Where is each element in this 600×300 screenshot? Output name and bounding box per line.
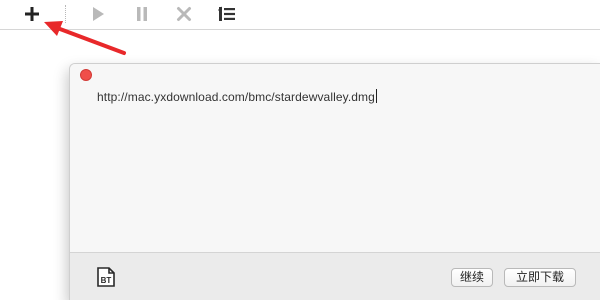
- url-text: http://mac.yxdownload.com/bmc/stardewval…: [97, 89, 377, 104]
- add-task-button[interactable]: [22, 3, 42, 25]
- dialog-footer: BT 继续 立即下载: [70, 252, 600, 300]
- continue-button[interactable]: 继续: [451, 268, 493, 287]
- start-button[interactable]: [88, 3, 108, 25]
- toolbar: [0, 0, 600, 30]
- stop-icon: [177, 7, 191, 21]
- close-button[interactable]: [80, 69, 92, 81]
- plus-icon: [25, 7, 39, 21]
- new-task-dialog: http://mac.yxdownload.com/bmc/stardewval…: [69, 63, 600, 300]
- download-now-button[interactable]: 立即下载: [504, 268, 576, 287]
- toolbar-divider: [65, 5, 66, 23]
- url-textarea[interactable]: http://mac.yxdownload.com/bmc/stardewval…: [70, 64, 600, 252]
- bt-icon-label: BT: [101, 276, 112, 285]
- pause-icon: [137, 7, 147, 21]
- list-icon: [218, 6, 235, 21]
- app-window: http://mac.yxdownload.com/bmc/stardewval…: [0, 0, 600, 300]
- play-icon: [93, 7, 104, 21]
- bt-torrent-icon[interactable]: BT: [95, 267, 117, 287]
- task-list-button[interactable]: [216, 3, 238, 25]
- pause-button[interactable]: [132, 3, 152, 25]
- delete-button[interactable]: [174, 3, 194, 25]
- text-caret: [375, 89, 377, 103]
